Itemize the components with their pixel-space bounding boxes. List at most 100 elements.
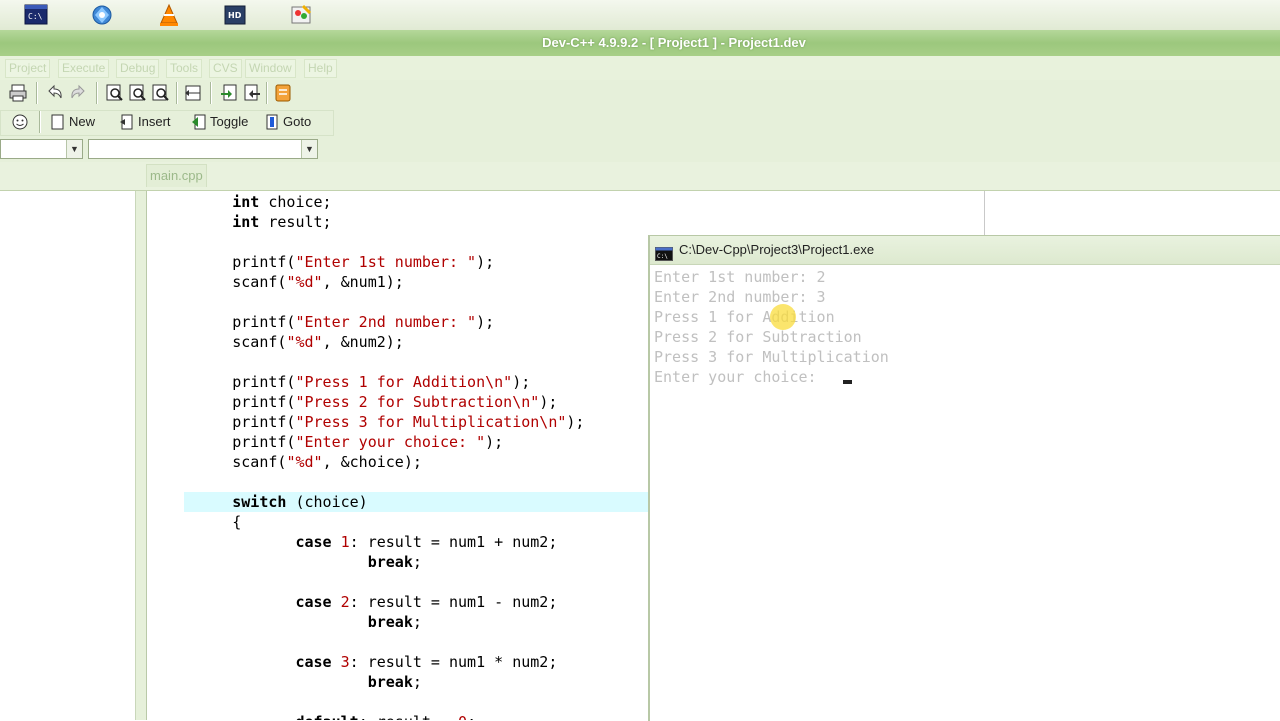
string-token: "%d" [286, 273, 323, 291]
code-token: printf( [232, 253, 296, 271]
toolbar-row-1 [0, 82, 300, 106]
console-window[interactable]: C:\ C:\Dev-Cpp\Project3\Project1.exe Ent… [648, 235, 1280, 721]
toggle-bookmark-button[interactable]: Toggle [190, 111, 248, 133]
toolbar-separator [210, 82, 212, 104]
code-token: ); [566, 413, 585, 431]
menu-cvs[interactable]: CVS [209, 59, 242, 78]
menu-debug[interactable]: Debug [116, 59, 160, 78]
redo-icon[interactable] [68, 83, 88, 103]
toggle-icon [192, 114, 206, 130]
project-browser-panel[interactable] [0, 191, 136, 720]
chevron-down-icon[interactable]: ▼ [301, 140, 317, 158]
string-token: "%d" [286, 453, 323, 471]
paint-app-icon[interactable] [289, 3, 313, 27]
code-line: case 3: result = num1 * num2; [160, 652, 557, 672]
window-title: Dev-C++ 4.9.9.2 - [ Project1 ] - Project… [542, 35, 806, 50]
new-bookmark-button[interactable]: New [49, 111, 95, 133]
tab-main-cpp[interactable]: main.cpp [146, 164, 207, 187]
code-line: scanf("%d", &choice); [160, 452, 422, 472]
code-line: scanf("%d", &num2); [160, 332, 404, 352]
code-token: ); [539, 393, 558, 411]
menu-window[interactable]: Window [245, 59, 296, 78]
toggle-label: Toggle [210, 114, 249, 129]
toolbar-area: New Insert Toggle Goto ▼ ▼ [0, 80, 1280, 162]
menu-execute[interactable]: Execute [58, 59, 110, 78]
code-token: , &num2); [322, 333, 404, 351]
code-token: printf( [232, 433, 296, 451]
code-line: printf("Enter 1st number: "); [160, 252, 494, 272]
class-selector[interactable]: ▼ [0, 139, 83, 159]
string-token: "Enter 2nd number: " [295, 313, 477, 331]
toolbar-row-2: New Insert Toggle Goto [0, 110, 334, 136]
project-options-icon[interactable] [273, 83, 293, 103]
code-token: ; [412, 673, 422, 691]
menu-help[interactable]: Help [304, 59, 337, 78]
toolbar-separator [36, 82, 38, 104]
toolbar-separator [176, 82, 178, 104]
console-line: Enter 1st number: 2 [654, 268, 826, 286]
console-line: Press 1 for Addition [654, 308, 835, 326]
code-token: : result = num1 * num2; [349, 653, 558, 671]
undo-icon[interactable] [45, 83, 65, 103]
code-token: { [232, 513, 242, 531]
code-token: (choice) [286, 493, 368, 511]
console-text-caret [843, 380, 852, 384]
console-line: Enter your choice: [654, 368, 826, 386]
code-token: scanf( [232, 273, 287, 291]
console-line: Press 3 for Multiplication [654, 348, 889, 366]
code-token: ); [512, 373, 531, 391]
menu-project[interactable]: Project [5, 59, 51, 78]
terminal-app-icon[interactable]: C:\ [24, 3, 48, 27]
find-next-icon[interactable] [151, 83, 171, 103]
code-line: int choice; [160, 192, 331, 212]
replace-icon[interactable] [128, 83, 148, 103]
find-icon[interactable] [105, 83, 125, 103]
add-to-project-icon[interactable] [219, 83, 239, 103]
print-icon[interactable] [8, 83, 28, 103]
goto-icon [265, 114, 279, 130]
keyword-token: int [232, 193, 260, 211]
hd-video-icon[interactable]: HD [223, 3, 247, 27]
chevron-down-icon[interactable]: ▼ [66, 140, 82, 158]
goto-bookmark-button[interactable]: Goto [263, 111, 311, 133]
keyword-token: case [295, 593, 332, 611]
keyword-token: int [232, 213, 260, 231]
svg-text:C:\: C:\ [657, 253, 668, 260]
goto-label: Goto [283, 114, 312, 129]
insert-button[interactable]: Insert [118, 111, 171, 133]
keyword-token: case [295, 533, 332, 551]
code-line: break; [160, 612, 422, 632]
console-title-bar[interactable]: C:\ C:\Dev-Cpp\Project3\Project1.exe [650, 236, 1280, 265]
smiley-icon[interactable] [10, 112, 30, 132]
goto-line-icon[interactable] [183, 83, 203, 103]
taskbar: C:\ HD [0, 0, 1280, 31]
code-line: scanf("%d", &num1); [160, 272, 404, 292]
code-line: int result; [160, 212, 331, 232]
panel-splitter[interactable] [136, 191, 147, 720]
member-selector[interactable]: ▼ [88, 139, 318, 159]
toolbar-separator [96, 82, 98, 104]
menu-tools[interactable]: Tools [166, 59, 203, 78]
code-token: , &num1); [322, 273, 404, 291]
console-line: Enter 2nd number: 3 [654, 288, 826, 306]
remove-from-project-icon[interactable] [242, 83, 262, 103]
string-token: "%d" [286, 333, 323, 351]
code-line: switch (choice) [160, 492, 368, 512]
code-token: printf( [232, 393, 296, 411]
toolbar-separator [39, 111, 41, 133]
code-line: default: result = 0; [160, 712, 476, 720]
code-line: case 1: result = num1 + num2; [160, 532, 557, 552]
string-token: "Press 2 for Subtraction\n" [295, 393, 540, 411]
console-title: C:\Dev-Cpp\Project3\Project1.exe [679, 242, 875, 257]
network-app-icon[interactable] [90, 3, 114, 27]
code-token: ; [412, 553, 422, 571]
code-line: break; [160, 552, 422, 572]
keyword-token: switch [232, 493, 287, 511]
svg-text:C:\: C:\ [28, 12, 43, 21]
vlc-icon[interactable] [157, 3, 181, 27]
toolbar-separator [266, 82, 268, 104]
window-title-bar: Dev-C++ 4.9.9.2 - [ Project1 ] - Project… [0, 30, 1280, 56]
code-token: ); [476, 313, 495, 331]
